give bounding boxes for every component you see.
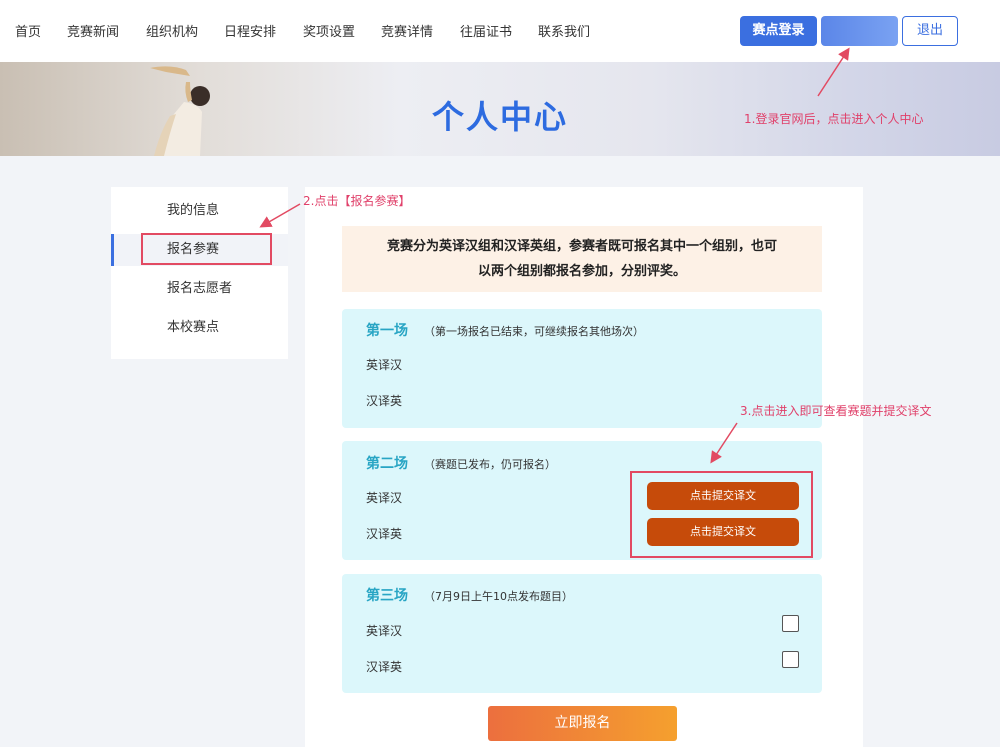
row-label-en-zh: 英译汉 xyxy=(366,358,403,372)
nav-details[interactable]: 竞赛详情 xyxy=(381,21,433,40)
nav-news[interactable]: 竞赛新闻 xyxy=(67,21,119,40)
session-note: （赛题已发布，仍可报名） xyxy=(424,458,556,471)
row-label-en-zh: 英译汉 xyxy=(366,624,403,638)
logout-button[interactable]: 退出 xyxy=(902,16,958,46)
row-label-zh-en: 汉译英 xyxy=(366,394,403,408)
checkbox-zh-en[interactable] xyxy=(782,651,799,668)
register-now-button[interactable]: 立即报名 xyxy=(488,706,677,741)
session-card-3: 第三场 （7月9日上午10点发布题目） 英译汉 汉译英 xyxy=(342,574,822,693)
notice-line-2: 以两个组别都报名参加，分别评奖。 xyxy=(477,264,686,279)
nav-home[interactable]: 首页 xyxy=(15,21,41,40)
row-label-zh-en: 汉译英 xyxy=(366,527,403,541)
notice-line-1: 竞赛分为英译汉组和汉译英组，参赛者既可报名其中一个组别，也可 xyxy=(386,239,777,254)
annotation-highlight-sidebar xyxy=(141,233,272,265)
nav-contact[interactable]: 联系我们 xyxy=(538,21,590,40)
sidebar-item-school-venue[interactable]: 本校赛点 xyxy=(111,312,288,344)
banner: 个人中心 xyxy=(0,62,1000,156)
sidebar-menu: 我的信息 报名参赛 报名志愿者 本校赛点 xyxy=(111,187,288,359)
annotation-step-1: 1.登录官网后，点击进入个人中心 xyxy=(744,112,924,126)
row-label-en-zh: 英译汉 xyxy=(366,491,403,505)
notice-banner: 竞赛分为英译汉组和汉译英组，参赛者既可报名其中一个组别，也可 以两个组别都报名参… xyxy=(342,226,822,292)
nav-schedule[interactable]: 日程安排 xyxy=(224,21,276,40)
annotation-step-3: 3.点击进入即可查看赛题并提交译文 xyxy=(740,404,932,418)
nav-awards[interactable]: 奖项设置 xyxy=(303,21,355,40)
row-label-zh-en: 汉译英 xyxy=(366,660,403,674)
sidebar-item-register-volunteer[interactable]: 报名志愿者 xyxy=(111,273,288,305)
nav-certificates[interactable]: 往届证书 xyxy=(460,21,512,40)
session-title: 第一场 xyxy=(366,323,408,339)
top-navigation: 首页 竞赛新闻 组织机构 日程安排 奖项设置 竞赛详情 往届证书 联系我们 赛点… xyxy=(0,0,1000,62)
profile-button[interactable] xyxy=(821,16,898,46)
session-note: （第一场报名已结束，可继续报名其他场次） xyxy=(424,325,644,338)
session-title: 第三场 xyxy=(366,588,408,604)
nav-organization[interactable]: 组织机构 xyxy=(146,21,198,40)
checkbox-en-zh[interactable] xyxy=(782,615,799,632)
annotation-step-2: 2.点击【报名参赛】 xyxy=(303,194,411,208)
sidebar-item-my-info[interactable]: 我的信息 xyxy=(111,195,288,227)
annotation-highlight-submit-buttons xyxy=(630,471,813,558)
session-title: 第二场 xyxy=(366,456,408,472)
session-note: （7月9日上午10点发布题目） xyxy=(424,590,573,603)
login-button[interactable]: 赛点登录 xyxy=(740,16,817,46)
